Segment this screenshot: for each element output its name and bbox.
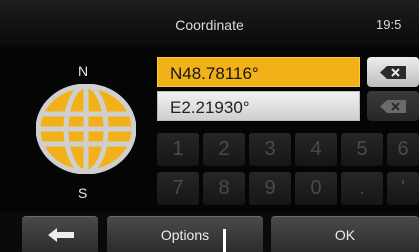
globe-icon [36,84,136,174]
key-3[interactable]: 3 [249,133,291,166]
key-1[interactable]: 1 [157,133,199,166]
options-button[interactable]: Options [107,216,263,252]
key-5[interactable]: 5 [341,133,383,166]
key-7[interactable]: 7 [157,172,199,205]
key-0[interactable]: 0 [295,172,337,205]
key-2[interactable]: 2 [203,133,245,166]
key-6[interactable]: 6 [387,133,419,166]
north-label: N [78,63,89,79]
south-label: S [78,185,88,201]
key-8[interactable]: 8 [203,172,245,205]
back-button[interactable] [22,216,98,252]
longitude-field[interactable]: E2.21930° [157,91,360,121]
key-decimal[interactable]: . [341,172,383,205]
clock: 19:5 [376,17,402,32]
key-4[interactable]: 4 [295,133,337,166]
delete-longitude-button[interactable] [367,91,419,121]
mouse-cursor [223,229,226,252]
arrow-left-icon [48,228,74,242]
key-9[interactable]: 9 [249,172,291,205]
latitude-field[interactable]: N48.78116° [157,57,360,87]
key-minute[interactable]: ' [387,172,419,205]
backspace-icon [380,66,406,79]
header-divider [0,40,419,48]
ok-button[interactable]: OK [271,216,419,252]
delete-latitude-button[interactable] [367,57,419,87]
page-title: Coordinate [175,17,244,33]
backspace-icon [380,100,406,113]
